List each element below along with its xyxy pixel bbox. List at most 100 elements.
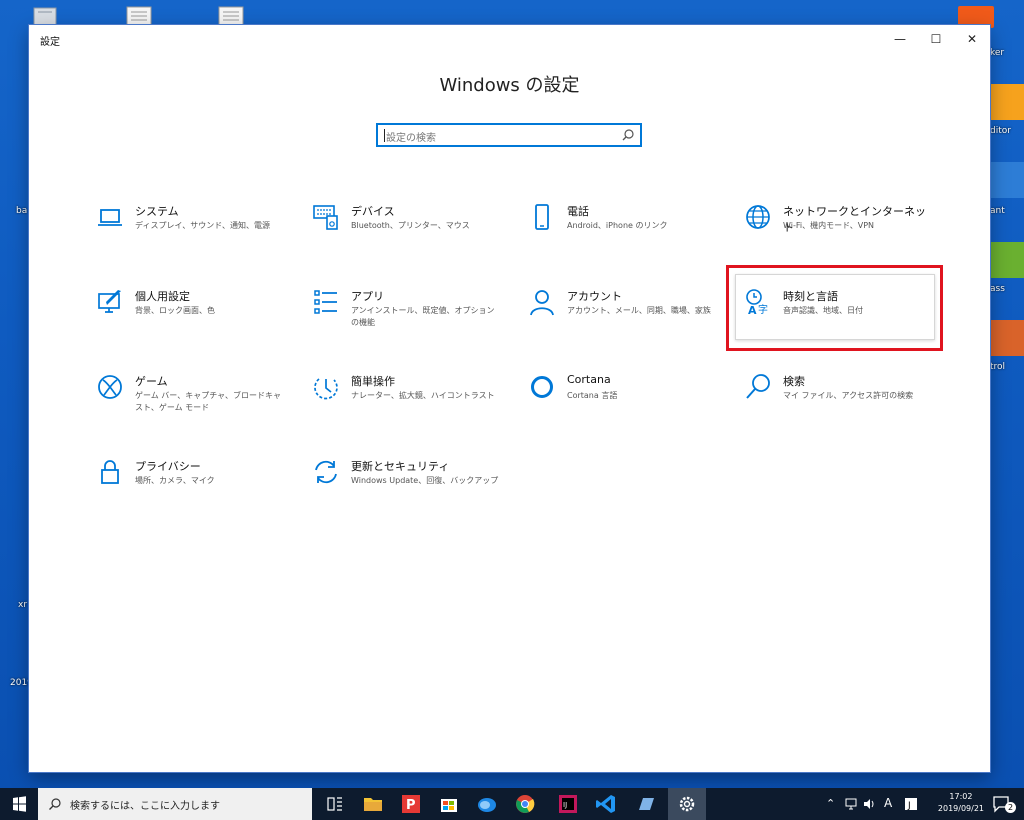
tile-accounts[interactable]: アカウント アカウント、メール、同期、職場、家族 xyxy=(518,284,718,356)
tile-title: アプリ xyxy=(351,290,384,303)
desktop-file-icon[interactable] xyxy=(126,6,152,26)
tile-title: デバイス xyxy=(351,205,395,218)
volume-icon[interactable] xyxy=(862,797,876,811)
desktop-app-icon[interactable] xyxy=(990,162,1024,198)
window-title: 設定 xyxy=(40,37,60,48)
app-p-icon[interactable]: P xyxy=(392,788,430,820)
tile-title: システム xyxy=(135,205,179,218)
apps-list-icon xyxy=(314,290,337,314)
tile-gaming[interactable]: ゲーム ゲーム バー、キャプチャ、ブロードキャスト、ゲーム モード xyxy=(86,369,286,441)
clock[interactable]: 17:02 2019/09/21 xyxy=(938,791,984,815)
settings-search-input[interactable]: 設定の検索 xyxy=(376,123,642,147)
store-icon[interactable] xyxy=(430,788,468,820)
xbox-icon xyxy=(98,375,122,399)
tile-desc: アカウント、メール、同期、職場、家族 xyxy=(567,306,711,315)
desktop-label: xr xyxy=(18,600,28,610)
tile-system[interactable]: システム ディスプレイ、サウンド、通知、電源 xyxy=(86,199,286,271)
desktop-app-icon[interactable] xyxy=(990,320,1024,356)
taskbar-search-input[interactable]: 検索するには、ここに入力します xyxy=(38,788,312,820)
tile-desc: ナレーター、拡大鏡、ハイコントラスト xyxy=(351,391,495,400)
desktop-recycle-icon[interactable] xyxy=(30,4,60,26)
tile-network[interactable]: ネットワークとインターネット Wi-Fi、機内モード、VPN xyxy=(734,199,934,271)
person-icon xyxy=(530,290,554,316)
search-icon[interactable] xyxy=(621,128,635,142)
chevron-up-icon[interactable]: ⌃ xyxy=(826,797,835,810)
tile-cortana[interactable]: Cortana Cortana 言語 xyxy=(518,369,718,441)
tile-title: アカウント xyxy=(567,290,622,303)
tile-title: 電話 xyxy=(567,205,589,218)
ime-indicator[interactable]: A xyxy=(884,796,892,810)
svg-text:IJ: IJ xyxy=(563,801,567,809)
desktop-label: ant xyxy=(990,206,1005,216)
desktop-label: ass xyxy=(990,284,1005,294)
tile-desc: アンインストール、既定値、オプションの機能 xyxy=(351,306,495,327)
tile-privacy[interactable]: プライバシー 場所、カメラ、マイク xyxy=(86,454,286,526)
desktop-app-icon[interactable] xyxy=(990,242,1024,278)
desktop-file-icon[interactable] xyxy=(218,6,244,26)
clock-time: 17:02 xyxy=(949,792,973,801)
tile-desc: マイ ファイル、アクセス許可の検索 xyxy=(783,391,914,400)
tile-time-language[interactable]: A 字 時刻と言語 音声認識、地域、日付 xyxy=(734,284,934,356)
tile-devices[interactable]: デバイス Bluetooth、プリンター、マウス xyxy=(302,199,502,271)
tile-desc: 背景、ロック画面、色 xyxy=(135,306,215,315)
lock-icon xyxy=(101,460,119,484)
keyboard-speaker-icon xyxy=(313,205,338,230)
tile-title: 簡単操作 xyxy=(351,375,395,388)
start-button[interactable] xyxy=(0,788,38,820)
tile-title: 更新とセキュリティ xyxy=(351,460,450,473)
tile-desc: ディスプレイ、サウンド、通知、電源 xyxy=(135,221,270,230)
tile-desc: Cortana 言語 xyxy=(567,391,618,400)
chrome-icon[interactable] xyxy=(506,788,544,820)
tile-desc: Android、iPhone のリンク xyxy=(567,221,668,230)
title-bar[interactable]: 設定 — ☐ ✕ xyxy=(29,25,990,53)
tile-apps[interactable]: アプリ アンインストール、既定値、オプションの機能 xyxy=(302,284,502,356)
jetbrains-icon[interactable]: IJ xyxy=(549,788,587,820)
tile-desc: ゲーム バー、キャプチャ、ブロードキャスト、ゲーム モード xyxy=(135,391,281,412)
tile-search[interactable]: 検索 マイ ファイル、アクセス許可の検索 xyxy=(734,369,934,441)
page-title: Windows の設定 xyxy=(439,75,580,96)
settings-window: 設定 — ☐ ✕ Windows の設定 設定の検索 システム ディスプレイ、サ… xyxy=(29,25,990,772)
tile-desc: Bluetooth、プリンター、マウス xyxy=(351,221,470,230)
app-icon[interactable] xyxy=(627,788,665,820)
network-icon[interactable] xyxy=(844,797,858,811)
tile-title: 検索 xyxy=(783,375,805,388)
tile-title: Cortana xyxy=(567,373,611,386)
file-explorer-icon[interactable] xyxy=(354,788,392,820)
paint-brush-icon xyxy=(98,290,121,313)
minimize-button[interactable]: — xyxy=(882,25,918,53)
tile-ease-of-access[interactable]: 簡単操作 ナレーター、拡大鏡、ハイコントラスト xyxy=(302,369,502,441)
taskbar-search-text: 検索するには、ここに入力します xyxy=(70,801,220,812)
cortana-icon xyxy=(531,376,553,398)
tile-title: プライバシー xyxy=(135,460,201,473)
tile-desc: 音声認識、地域、日付 xyxy=(783,306,863,315)
desktop-label: ba xyxy=(16,206,28,216)
phone-icon xyxy=(535,204,549,230)
svg-text:P: P xyxy=(406,798,416,813)
svg-text:J: J xyxy=(907,801,911,811)
desktop-app-icon[interactable] xyxy=(990,84,1024,120)
search-icon xyxy=(746,374,770,399)
settings-gear-icon[interactable] xyxy=(668,788,706,820)
time-language-icon: A 字 xyxy=(746,289,768,316)
tile-phone[interactable]: 電話 Android、iPhone のリンク xyxy=(518,199,718,271)
tile-desc: Windows Update、回復、バックアップ xyxy=(351,476,499,485)
refresh-icon xyxy=(315,460,337,484)
search-placeholder: 設定の検索 xyxy=(386,133,436,144)
tile-desc: Wi-Fi、機内モード、VPN xyxy=(783,221,875,230)
cloud-app-icon[interactable] xyxy=(468,788,506,820)
close-button[interactable]: ✕ xyxy=(954,25,990,53)
tile-update-security[interactable]: 更新とセキュリティ Windows Update、回復、バックアップ xyxy=(302,454,502,526)
tile-personalization[interactable]: 個人用設定 背景、ロック画面、色 xyxy=(86,284,286,356)
maximize-button[interactable]: ☐ xyxy=(918,25,954,53)
ime-mode-icon[interactable]: J xyxy=(904,797,918,811)
vscode-icon[interactable] xyxy=(587,788,625,820)
desktop-label: ditor xyxy=(990,126,1011,136)
notification-badge: 2 xyxy=(1005,802,1016,813)
task-view-icon[interactable] xyxy=(316,788,354,820)
ease-of-access-icon xyxy=(314,378,338,400)
search-icon xyxy=(49,798,61,810)
tile-title: ゲーム xyxy=(135,375,168,388)
clock-date: 2019/09/21 xyxy=(937,804,984,813)
tile-desc: 場所、カメラ、マイク xyxy=(135,476,215,485)
text-cursor xyxy=(384,129,385,142)
